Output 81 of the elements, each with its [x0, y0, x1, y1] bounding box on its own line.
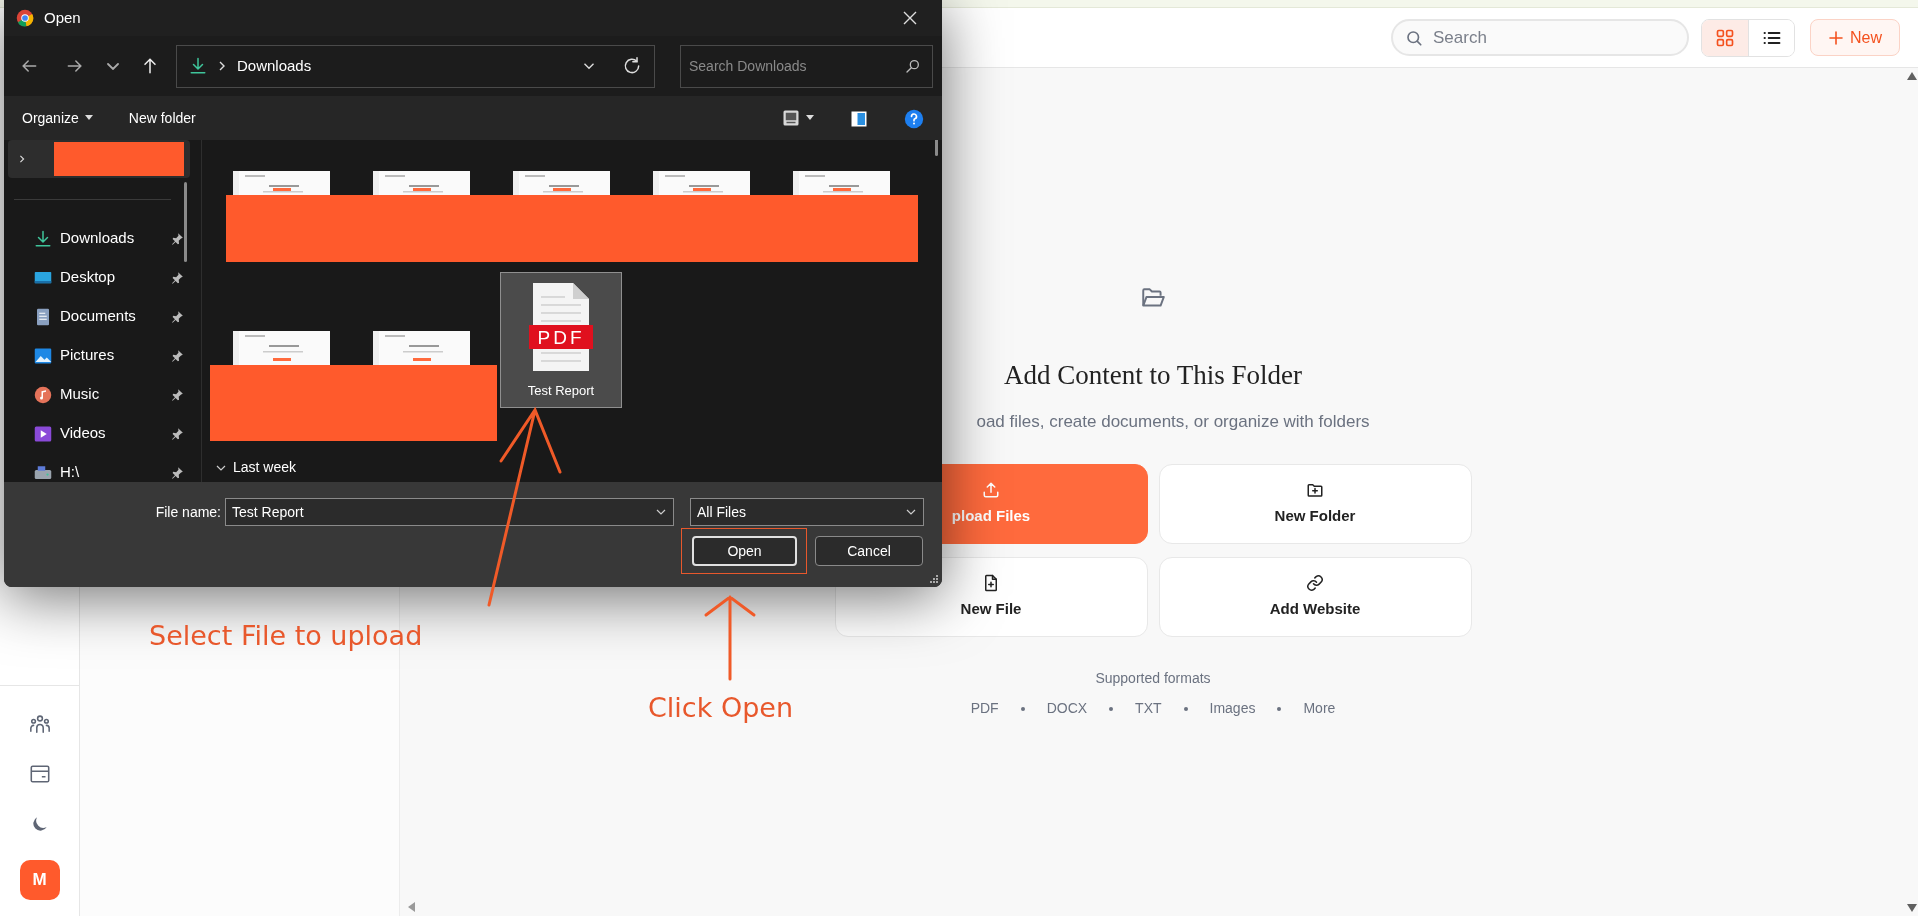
document-icon — [34, 307, 52, 326]
file-thumbnail[interactable] — [652, 171, 750, 196]
caret-icon — [806, 115, 814, 121]
field-label: File name: — [154, 502, 221, 522]
cancel-button[interactable]: Cancel — [815, 536, 923, 566]
close-icon — [902, 10, 918, 26]
view-toggle-button[interactable] — [1748, 19, 1794, 56]
card-icon — [28, 763, 51, 785]
download-icon — [34, 229, 52, 248]
view-toggle-button[interactable] — [1702, 19, 1748, 56]
pdf-label: PDF — [537, 327, 585, 348]
file-thumbnail[interactable] — [372, 171, 470, 196]
format-label: More — [1303, 699, 1336, 718]
file-plus-icon — [982, 573, 1000, 592]
video-icon — [34, 424, 52, 443]
drive-icon — [34, 463, 52, 482]
scroll-up-icon — [1907, 72, 1917, 80]
plus-icon — [1828, 29, 1844, 46]
annotation-text: Select File to upload — [149, 622, 423, 649]
scrollbar-thumb[interactable] — [184, 182, 187, 262]
window-title: Open — [44, 7, 81, 28]
help-icon — [904, 108, 924, 129]
group-header[interactable]: Last week — [211, 456, 303, 479]
chevron-right-icon — [217, 61, 227, 71]
menu-button[interactable]: Organize — [12, 101, 103, 135]
nav-item[interactable]: Documents — [4, 297, 184, 336]
nav-item[interactable]: Videos — [4, 414, 184, 453]
file-name-field[interactable]: Test Report — [225, 498, 674, 526]
nav-item[interactable]: H:\ — [4, 453, 184, 482]
separator-dot — [1109, 706, 1114, 711]
heading: Add Content to This Folder — [1004, 359, 1302, 392]
pane-icon — [850, 109, 868, 128]
annotation-text: Click Open — [648, 694, 794, 721]
formats-label: Supported formats — [1095, 669, 1211, 688]
scroll-left-icon — [408, 902, 416, 912]
grid-icon — [1715, 27, 1735, 48]
upload-icon — [982, 480, 1000, 499]
search-icon — [1405, 29, 1423, 47]
file-thumbnail[interactable] — [792, 171, 890, 196]
download-icon — [189, 57, 207, 75]
nav-item[interactable] — [8, 140, 190, 178]
open-button[interactable]: Open — [692, 536, 797, 566]
file-type-dropdown[interactable]: All Files — [690, 498, 924, 526]
toolbar-button[interactable]: New folder — [118, 101, 206, 135]
action-card[interactable]: New Folder — [1158, 464, 1472, 544]
nav-item[interactable]: Pictures — [4, 336, 184, 375]
format-label: Images — [1209, 699, 1256, 718]
format-label: DOCX — [1046, 699, 1088, 718]
file-item[interactable]: PDF Test Report — [500, 272, 622, 408]
nav-item[interactable]: Music — [4, 375, 184, 414]
view-icon — [782, 109, 800, 127]
separator-dot — [1183, 706, 1188, 711]
search-icon — [905, 57, 921, 74]
format-label: PDF — [970, 699, 999, 718]
chevron-down-icon — [107, 62, 119, 70]
subtitle: oad files, create documents, or organize with folders — [975, 410, 1370, 433]
search-field[interactable]: Search Downloads — [680, 44, 933, 88]
resize-grip-icon — [929, 574, 938, 583]
address-bar[interactable]: Downloads — [176, 44, 655, 88]
file-thumbnail[interactable] — [372, 331, 470, 366]
nav-item[interactable]: Downloads — [4, 219, 184, 258]
caret-icon — [84, 115, 93, 121]
nav-item[interactable]: Desktop — [4, 258, 184, 297]
pdf-file-icon — [529, 283, 593, 371]
breadcrumb-item[interactable]: Downloads — [237, 54, 570, 78]
format-label: TXT — [1135, 699, 1162, 718]
app-icon — [16, 9, 34, 27]
separator-dot — [1020, 706, 1025, 711]
file-thumbnail[interactable] — [232, 171, 330, 196]
action-card[interactable]: Add Website — [1158, 557, 1472, 637]
chevron-right-icon — [18, 153, 26, 165]
file-thumbnail[interactable] — [232, 331, 330, 366]
scrollbar-thumb[interactable] — [935, 140, 938, 156]
picture-icon — [34, 346, 52, 365]
separator-dot — [1277, 706, 1282, 711]
music-icon — [34, 385, 52, 404]
people-icon — [28, 713, 51, 735]
scroll-down-icon — [1907, 904, 1917, 912]
file-thumbnail[interactable] — [512, 171, 610, 196]
link-icon — [1306, 573, 1324, 592]
refresh-icon — [622, 56, 642, 76]
